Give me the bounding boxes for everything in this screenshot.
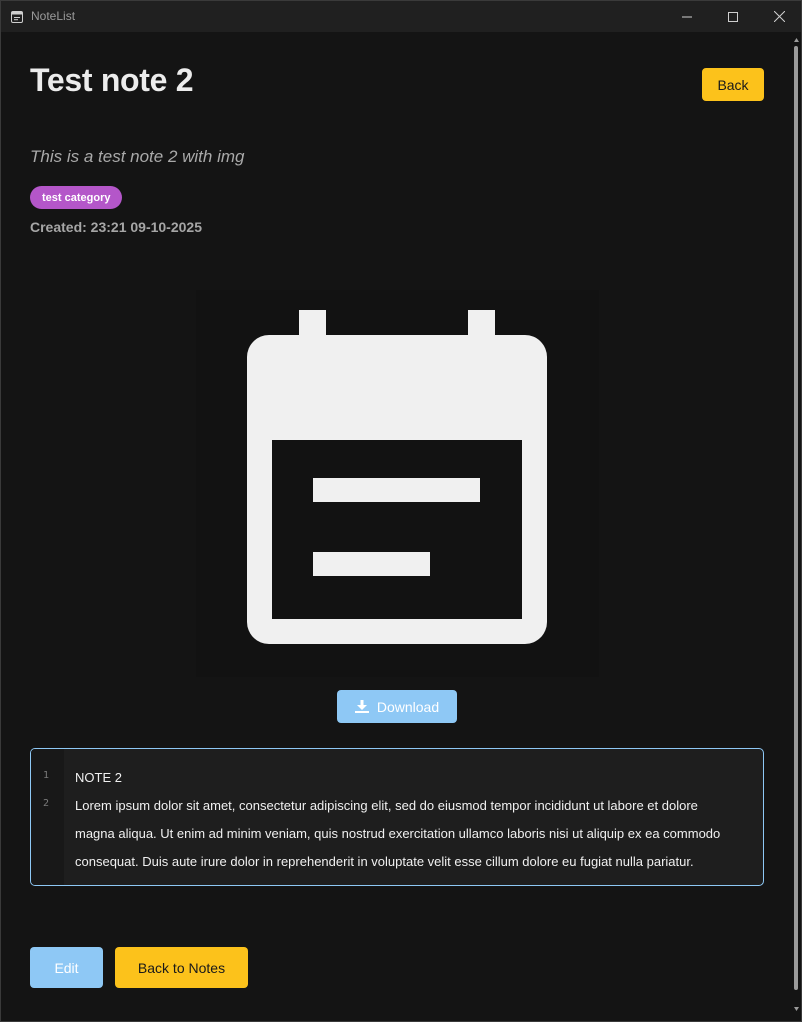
scroll-up-icon[interactable] [794,38,799,42]
maximize-icon [728,11,738,22]
editor-line: Lorem ipsum dolor sit amet, consectetur … [75,798,698,813]
download-label: Download [376,698,440,715]
note-image [196,290,599,677]
editor-line: NOTE 2 [75,770,122,785]
note-title: Test note 2 [30,62,194,98]
note-content-editor[interactable]: 1 2 NOTE 2 Lorem ipsum dolor sit amet, c… [30,748,764,886]
scroll-down-icon[interactable] [794,1007,799,1011]
back-to-notes-button[interactable]: Back to Notes [115,947,248,988]
edit-button[interactable]: Edit [30,947,103,988]
back-button[interactable]: Back [702,68,764,101]
category-badge: test category [30,186,123,209]
maximize-button[interactable] [710,1,756,32]
download-button[interactable]: Download [337,690,457,723]
note-subtitle: This is a test note 2 with img [30,147,245,166]
editor-text[interactable]: NOTE 2 Lorem ipsum dolor sit amet, conse… [75,764,755,876]
line-number: 2 [42,798,50,809]
close-button[interactable] [756,1,802,32]
vertical-scrollbar[interactable] [791,32,801,1021]
notes-icon [11,10,23,23]
scrollbar-thumb[interactable] [794,46,798,990]
window-title: NoteList [31,9,76,23]
created-timestamp: Created: 23:21 09-10-2025 [30,219,202,235]
calendar-note-icon [247,310,547,644]
editor-line: consequat. Duis aute irure dolor in repr… [75,854,694,869]
close-icon [773,11,785,22]
minimize-button[interactable] [664,1,710,32]
title-bar[interactable]: NoteList [1,1,801,32]
line-number: 1 [42,770,50,781]
line-number-gutter: 1 2 [31,749,64,885]
editor-line: magna aliqua. Ut enim ad minim veniam, q… [75,826,721,841]
app-window: NoteList Test note 2 Back This is a test… [0,0,802,1022]
download-icon [354,700,369,713]
minimize-icon [682,16,692,17]
note-detail: Test note 2 Back This is a test note 2 w… [1,32,791,1021]
